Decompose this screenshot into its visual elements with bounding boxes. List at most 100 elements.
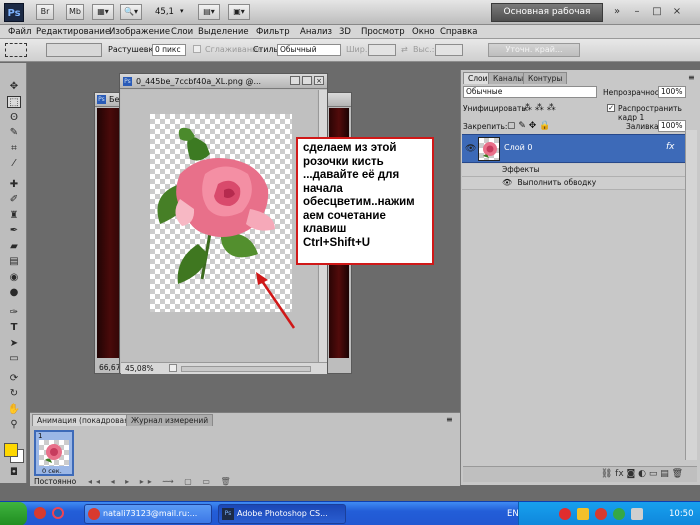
lasso-tool-icon[interactable]: ʘ bbox=[7, 112, 21, 124]
tray-app-icon[interactable] bbox=[613, 508, 625, 520]
3d-rotate-tool-icon[interactable]: ⟳ bbox=[7, 373, 21, 385]
opacity-input[interactable]: 100% bbox=[658, 86, 686, 98]
start-button[interactable] bbox=[0, 502, 27, 525]
hand-tool-icon[interactable]: ✋ bbox=[7, 404, 21, 416]
more-workspaces-icon[interactable]: » bbox=[610, 5, 624, 19]
frame-delay[interactable]: 0 сек. bbox=[42, 467, 62, 475]
quick-select-tool-icon[interactable]: ✎ bbox=[7, 127, 21, 139]
layer-name[interactable]: Слой 0 bbox=[504, 143, 532, 152]
lock-icons[interactable]: ▢ ✎ ✥ 🔒 bbox=[507, 121, 550, 131]
fill-input[interactable]: 100% bbox=[658, 120, 686, 132]
opera-quicklaunch-icon[interactable] bbox=[52, 507, 64, 519]
document-front-horizontal-scrollbar[interactable] bbox=[181, 366, 311, 372]
zoom-dropdown-arrow[interactable]: ▾ bbox=[180, 7, 184, 15]
volume-icon[interactable] bbox=[631, 508, 643, 520]
foreground-color-swatch[interactable] bbox=[4, 443, 18, 457]
animation-frame[interactable]: 1 0 сек. bbox=[34, 430, 74, 476]
brush-tool-icon[interactable]: ✐ bbox=[7, 194, 21, 206]
tab-animation[interactable]: Анимация (покадровая) bbox=[32, 414, 137, 426]
status-info-icon[interactable] bbox=[169, 364, 177, 372]
width-input[interactable] bbox=[368, 44, 396, 56]
layer-effects-icon[interactable]: fx bbox=[666, 142, 675, 152]
taskbar-mail-window[interactable]: natali73123@mail.ru:... bbox=[84, 504, 212, 524]
menu-3d[interactable]: 3D bbox=[339, 26, 351, 38]
menu-window[interactable]: Окно bbox=[412, 26, 435, 38]
eraser-tool-icon[interactable]: ▰ bbox=[7, 241, 21, 253]
shape-tool-icon[interactable]: ▭ bbox=[7, 353, 21, 365]
eye-visibility-icon[interactable]: 👁 bbox=[465, 144, 476, 154]
swap-dimensions-icon[interactable]: ⇄ bbox=[401, 45, 408, 54]
close-button[interactable]: × bbox=[670, 5, 684, 19]
refine-edge-button[interactable]: Уточн. край... bbox=[488, 43, 580, 57]
effects-row[interactable]: Эффекты bbox=[462, 164, 686, 177]
healing-brush-tool-icon[interactable]: ✚ bbox=[7, 179, 21, 191]
height-input[interactable] bbox=[435, 44, 463, 56]
bridge-button[interactable]: Br bbox=[36, 4, 54, 20]
panel-menu-icon[interactable]: ≡ bbox=[446, 415, 453, 424]
move-tool-icon[interactable]: ✥ bbox=[7, 81, 21, 93]
layer-row[interactable]: 👁 Слой 0 fx bbox=[462, 134, 686, 163]
unify-icons[interactable]: ⁂ ⁂ ⁂ bbox=[523, 103, 556, 113]
menu-analysis[interactable]: Анализ bbox=[300, 26, 332, 38]
panel-menu-icon[interactable]: ≡ bbox=[688, 73, 695, 82]
tray-app-icon[interactable] bbox=[577, 508, 589, 520]
taskbar-photoshop-window[interactable]: Ps Adobe Photoshop CS... bbox=[218, 504, 346, 524]
document-back-zoom[interactable]: 66,67 bbox=[99, 363, 120, 372]
blur-tool-icon[interactable]: ◉ bbox=[7, 272, 21, 284]
arrange-documents-button[interactable]: ▤▾ bbox=[198, 4, 220, 20]
stroke-effect-row[interactable]: 👁 Выполнить обводку bbox=[462, 177, 686, 190]
menu-edit[interactable]: Редактирование bbox=[36, 26, 110, 38]
history-brush-tool-icon[interactable]: ✒ bbox=[7, 225, 21, 237]
type-tool-icon[interactable]: T bbox=[7, 322, 21, 334]
maximize-button[interactable]: □ bbox=[650, 5, 664, 19]
feather-input[interactable]: 0 пикс bbox=[152, 44, 186, 56]
opera-quicklaunch-icon[interactable] bbox=[34, 507, 46, 519]
menu-file[interactable]: Файл bbox=[8, 26, 31, 38]
screen-mode-button[interactable]: ▣▾ bbox=[228, 4, 250, 20]
pen-tool-icon[interactable]: ✑ bbox=[7, 307, 21, 319]
eyedropper-tool-icon[interactable]: ⁄ bbox=[7, 158, 21, 170]
antialias-checkbox[interactable] bbox=[193, 45, 201, 53]
zoom-tool-menu[interactable]: 🔍▾ bbox=[120, 4, 142, 20]
document-maximize-button[interactable] bbox=[302, 76, 312, 85]
tab-measurement-log[interactable]: Журнал измерений bbox=[126, 414, 214, 426]
quick-mask-icon[interactable]: ◘ bbox=[7, 467, 21, 479]
layers-footer-buttons[interactable]: ⛓ fx ◙ ◐ ▭ ▤ 🗑 bbox=[463, 466, 697, 482]
document-front-zoom[interactable]: 45,08% bbox=[125, 364, 154, 373]
document-close-button[interactable]: × bbox=[314, 76, 324, 85]
playback-controls[interactable]: ◂◂ ◂ ▸ ▸▸ ⟿ ▢ ▭ 🗑 bbox=[88, 477, 235, 486]
tab-paths[interactable]: Контуры bbox=[523, 72, 568, 84]
tray-app-icon[interactable] bbox=[595, 508, 607, 520]
zoom-level[interactable]: 45,1 bbox=[155, 7, 174, 17]
menu-filter[interactable]: Фильтр bbox=[256, 26, 290, 38]
layers-scrollbar[interactable] bbox=[685, 130, 697, 460]
zoom-tool-icon[interactable]: ⚲ bbox=[7, 419, 21, 431]
mini-bridge-button[interactable]: Mb bbox=[66, 4, 84, 20]
style-select[interactable]: Обычный bbox=[277, 44, 341, 56]
crop-tool-icon[interactable]: ⌗ bbox=[7, 143, 21, 155]
workspace-switcher[interactable]: Основная рабочая среда bbox=[491, 3, 603, 34]
document-front-titlebar[interactable]: Ps 0_445be_7ccbf40a_XL.png @... × bbox=[120, 74, 327, 89]
menu-layers[interactable]: Слои bbox=[171, 26, 193, 38]
3d-orbit-tool-icon[interactable]: ↻ bbox=[7, 388, 21, 400]
menu-select[interactable]: Выделение bbox=[198, 26, 249, 38]
menu-help[interactable]: Справка bbox=[440, 26, 477, 38]
selection-mode-buttons[interactable] bbox=[46, 43, 102, 57]
eye-visibility-icon[interactable]: 👁 bbox=[502, 178, 512, 187]
dodge-tool-icon[interactable]: ● bbox=[7, 287, 21, 299]
clone-stamp-tool-icon[interactable]: ♜ bbox=[7, 210, 21, 222]
propagate-checkbox[interactable]: ✓ bbox=[607, 104, 615, 112]
menu-image[interactable]: Изображение bbox=[109, 26, 170, 38]
gradient-tool-icon[interactable]: ▤ bbox=[7, 256, 21, 268]
rect-marquee-preset-icon[interactable] bbox=[5, 43, 27, 57]
minimize-button[interactable]: – bbox=[630, 5, 644, 19]
blend-mode-select[interactable]: Обычные bbox=[463, 86, 597, 98]
language-indicator[interactable]: EN bbox=[507, 509, 519, 519]
menu-view[interactable]: Просмотр bbox=[361, 26, 405, 38]
tray-app-icon[interactable] bbox=[559, 508, 571, 520]
path-selection-tool-icon[interactable]: ➤ bbox=[7, 338, 21, 350]
view-extras-dropdown[interactable]: ▦▾ bbox=[92, 4, 114, 20]
loop-select[interactable]: Постоянно bbox=[34, 477, 76, 486]
document-minimize-button[interactable] bbox=[290, 76, 300, 85]
marquee-tool-icon[interactable]: ⬚ bbox=[7, 96, 21, 108]
